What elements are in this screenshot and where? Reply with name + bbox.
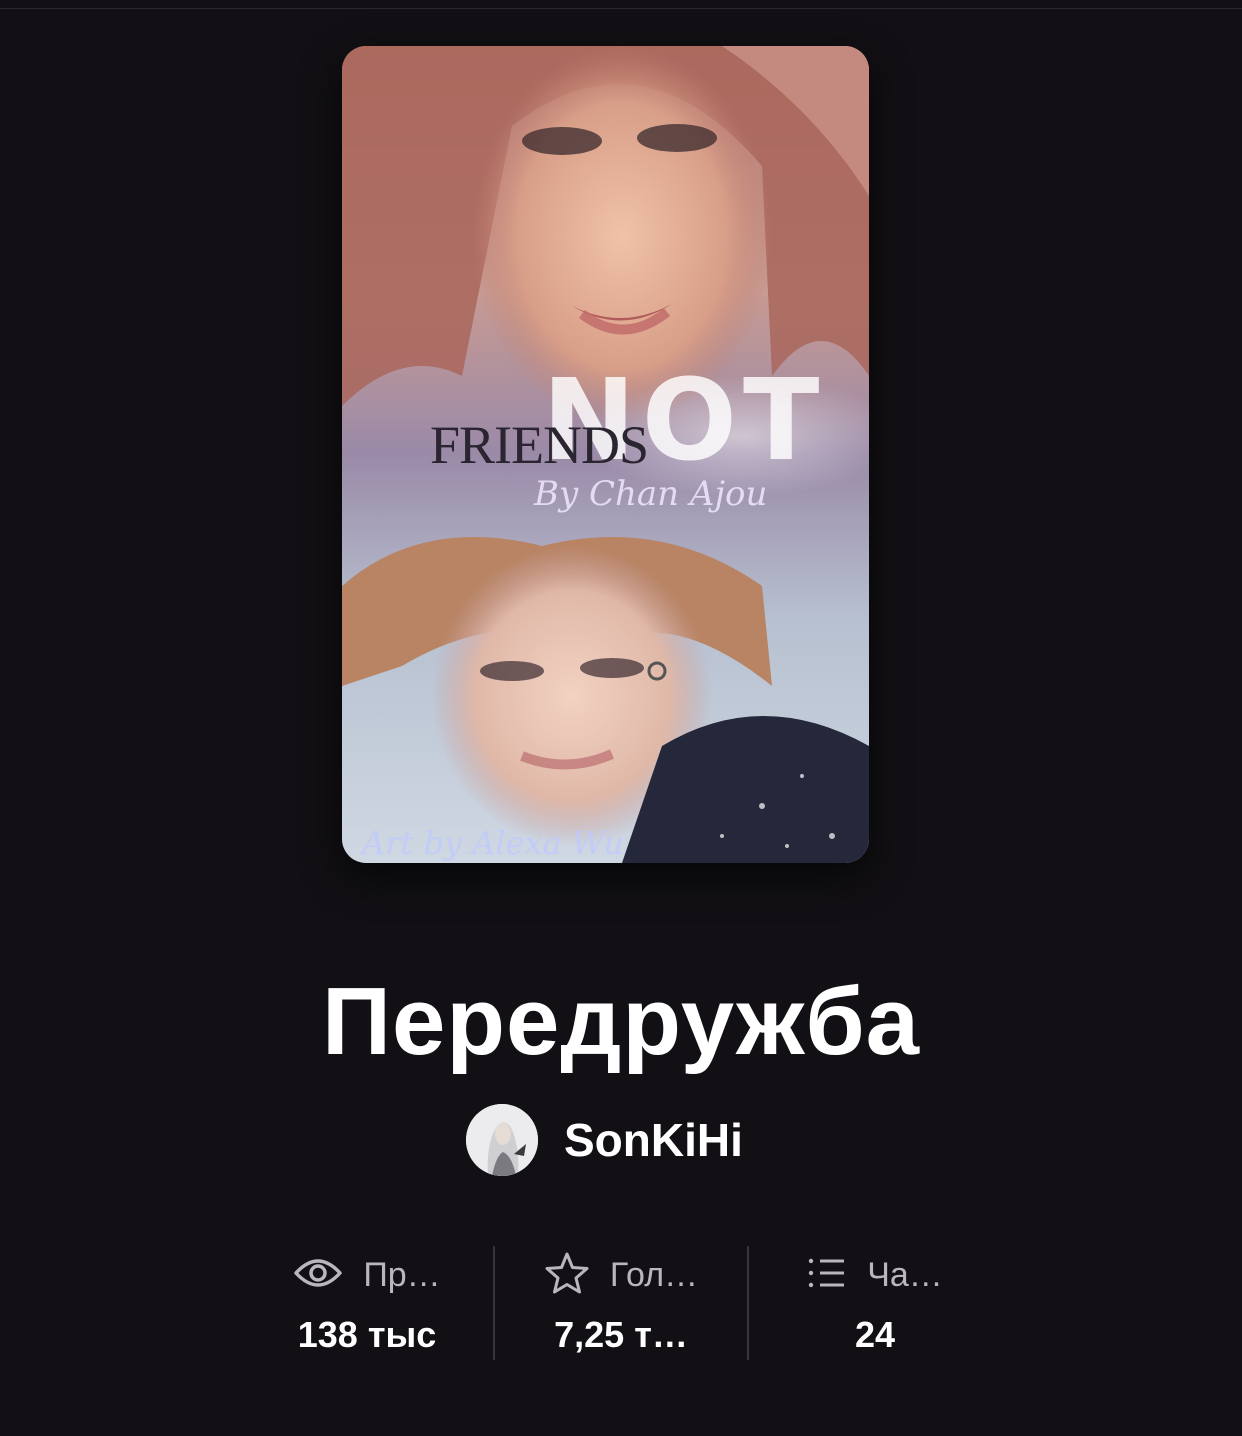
author-avatar[interactable] [466,1104,538,1176]
star-icon [544,1251,590,1300]
stat-reads-label: Пр… [363,1255,441,1294]
stat-reads-header: Пр… [240,1250,494,1300]
eye-icon [293,1255,343,1296]
author-link[interactable]: SonKiHi [466,1104,743,1176]
story-title: Передружба [321,968,921,1075]
stat-votes-value: 7,25 т… [554,1314,688,1355]
stat-votes-label: Гол… [609,1255,699,1294]
list-icon [807,1256,847,1295]
stat-votes-header: Гол… [494,1250,748,1300]
cover-art-credit: Art by Alexa Wu [362,824,624,862]
stat-votes: Гол… 7,25 т… [494,1246,748,1360]
cover-byline: By Chan Ajou [534,474,768,514]
avatar-image [466,1104,538,1176]
stat-parts-value: 24 [854,1314,896,1355]
stat-parts: Ча… 24 [748,1246,1002,1360]
author-name[interactable]: SonKiHi [564,1113,743,1167]
story-cover-image[interactable]: NOT FRIENDS By Chan Ajou Art by Alexa Wu [342,46,869,863]
story-details-page: NOT FRIENDS By Chan Ajou Art by Alexa Wu… [0,0,1242,1436]
stat-reads-value: 138 тыс [297,1314,437,1355]
cover-title-friends: FRIENDS [430,415,649,475]
stat-parts-label: Ча… [867,1255,943,1294]
top-divider [0,8,1242,9]
stat-reads: Пр… 138 тыс [240,1246,494,1360]
stat-parts-header: Ча… [748,1250,1002,1300]
story-stats: Пр… 138 тыс Гол… 7,25 т… Ча… 24 [240,1246,1002,1360]
